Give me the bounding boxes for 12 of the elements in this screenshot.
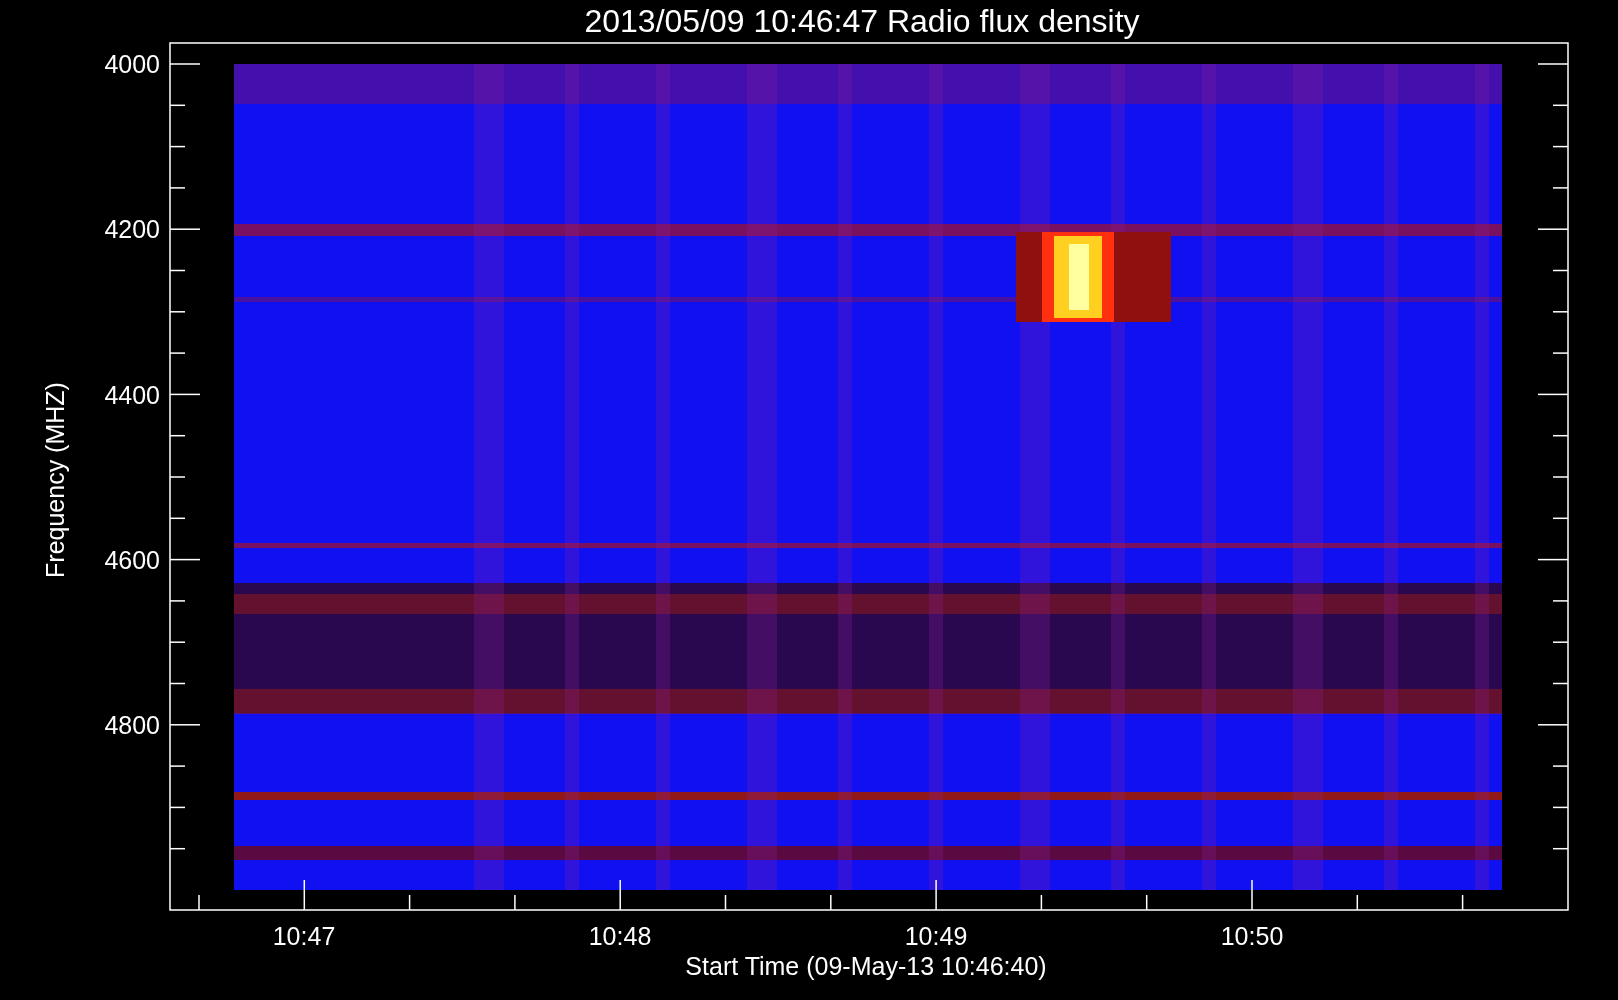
y-axis-label: Frequency (MHZ)	[41, 382, 69, 578]
x-tick-label: 10:49	[904, 922, 968, 950]
x-tick-label: 10:50	[1220, 922, 1284, 950]
y-tick-label: 4200	[104, 215, 160, 244]
y-tick-label: 4000	[104, 50, 160, 78]
y-tick-label: 4400	[104, 380, 160, 409]
chart-title: 2013/05/09 10:46:47 Radio flux density	[584, 3, 1140, 39]
x-tick-label: 10:47	[272, 922, 336, 950]
y-tick-label: 4600	[104, 545, 160, 574]
x-tick-label: 10:48	[588, 922, 652, 950]
x-axis-label: Start Time (09-May-13 10:46:40)	[685, 952, 1047, 980]
y-tick-label: 4800	[104, 711, 160, 740]
